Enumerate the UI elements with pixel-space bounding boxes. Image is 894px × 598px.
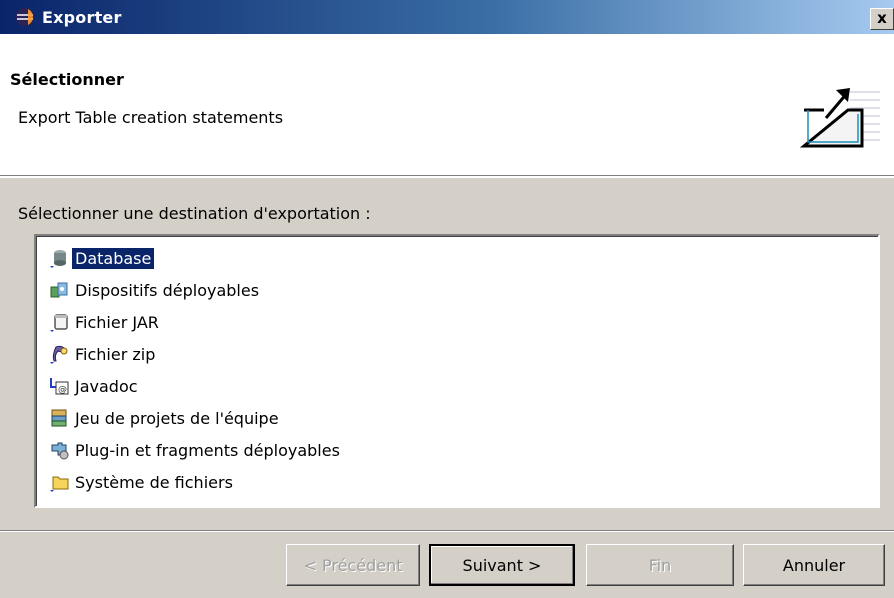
list-item-label: Plug-in et fragments déployables — [75, 440, 340, 460]
list-item-label: Javadoc — [75, 376, 138, 396]
destination-list[interactable]: Database Dispositifs déployables Fichier… — [34, 234, 880, 508]
list-item-label: Système de fichiers — [75, 472, 233, 492]
list-item-deployable-features[interactable]: Dispositifs déployables — [48, 278, 262, 302]
list-item-label: Fichier JAR — [75, 312, 159, 332]
plugin-fragments-icon — [51, 442, 69, 460]
list-item-label: Database — [70, 246, 156, 270]
list-item-team-project-set[interactable]: Jeu de projets de l'équipe — [48, 406, 282, 430]
database-icon — [50, 250, 66, 268]
export-wizard-icon — [800, 88, 880, 148]
jar-file-icon — [50, 314, 68, 332]
cancel-button[interactable]: Annuler — [743, 544, 885, 586]
list-item-file-system[interactable]: Système de fichiers — [48, 470, 236, 494]
next-button[interactable]: Suivant > — [429, 544, 575, 586]
wizard-header — [0, 34, 894, 176]
list-item-javadoc[interactable]: @ Javadoc — [48, 374, 141, 398]
list-item-label: Jeu de projets de l'équipe — [75, 408, 279, 428]
finish-button[interactable]: Fin — [586, 544, 734, 586]
close-button[interactable]: x — [870, 8, 894, 30]
folder-icon — [50, 476, 69, 492]
header-separator — [0, 176, 894, 178]
footer-separator-highlight — [0, 531, 894, 532]
list-item-zip-file[interactable]: Fichier zip — [48, 342, 158, 366]
deployable-features-icon — [50, 282, 68, 298]
window-title: Exporter — [42, 7, 122, 27]
back-button[interactable]: < Précédent — [286, 544, 420, 586]
eclipse-icon — [16, 8, 34, 26]
list-item-database[interactable]: Database — [48, 246, 156, 270]
svg-text:@: @ — [58, 385, 67, 395]
page-heading: Sélectionner — [10, 70, 124, 89]
zip-file-icon — [50, 345, 68, 364]
title-bar: Exporter x — [0, 0, 894, 34]
destination-label: Sélectionner une destination d'exportati… — [18, 204, 371, 223]
list-item-label: Dispositifs déployables — [75, 280, 260, 300]
list-item-plugin-fragments[interactable]: Plug-in et fragments déployables — [48, 438, 343, 462]
list-item-label: Fichier zip — [75, 344, 156, 364]
page-description: Export Table creation statements — [18, 108, 284, 127]
team-project-set-icon — [51, 409, 67, 427]
list-item-jar-file[interactable]: Fichier JAR — [48, 310, 162, 334]
javadoc-icon: @ — [50, 378, 69, 395]
